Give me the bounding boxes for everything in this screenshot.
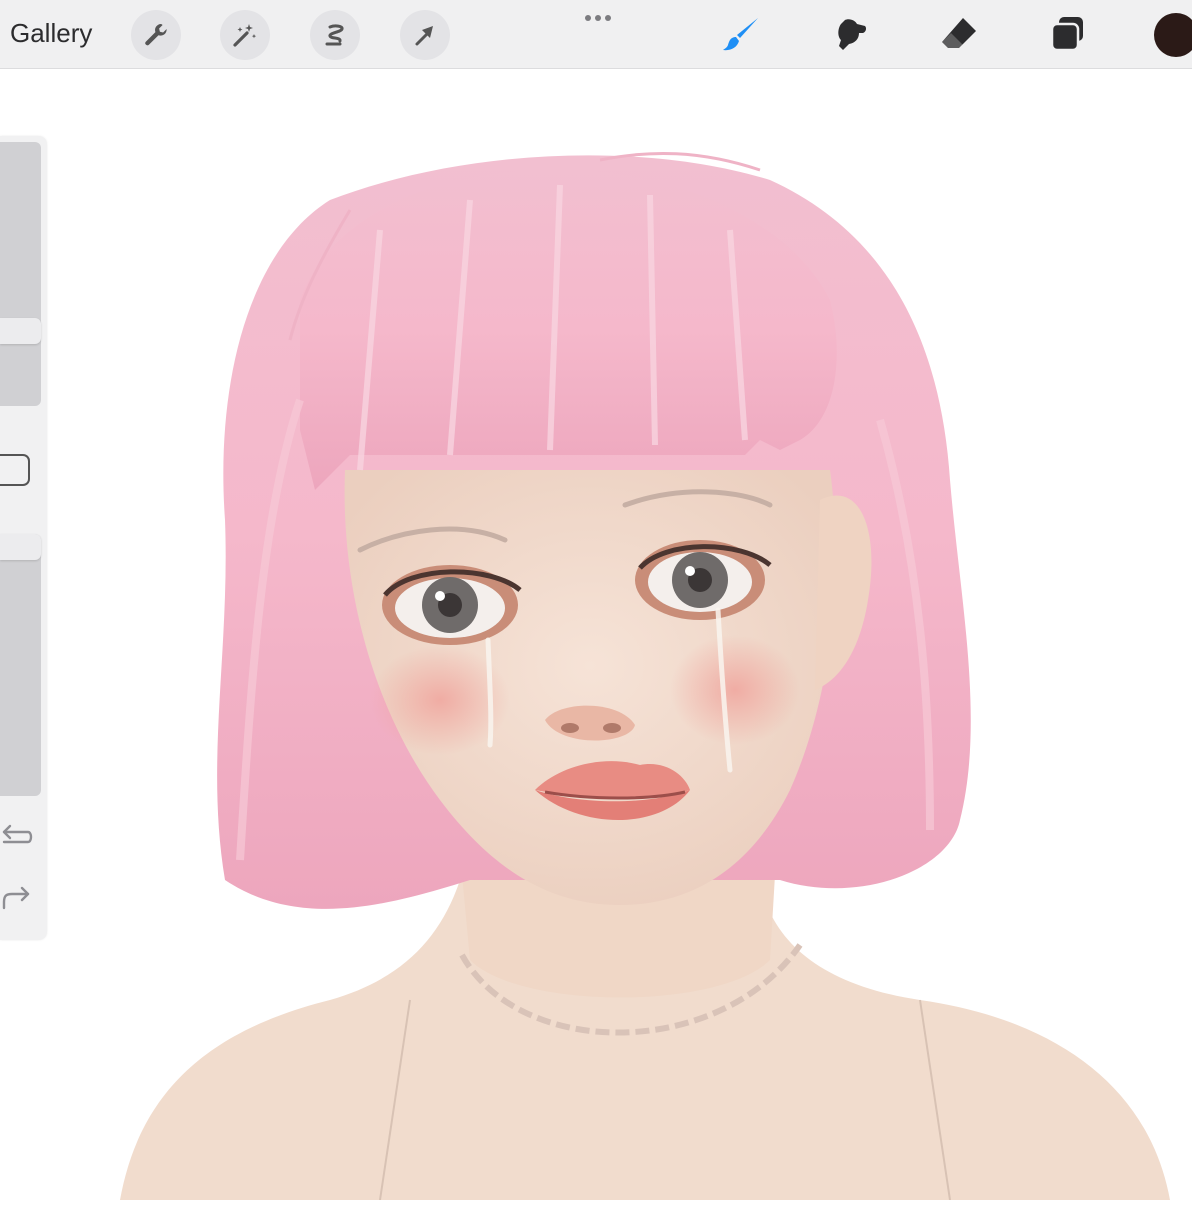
smudge-icon	[838, 19, 867, 50]
left-sidebar	[0, 136, 47, 940]
more-options-button[interactable]	[580, 8, 616, 28]
brush-tool-button[interactable]	[720, 12, 764, 56]
opacity-slider[interactable]	[0, 534, 41, 796]
magic-wand-icon	[233, 24, 257, 47]
brush-icon	[723, 18, 758, 51]
undo-icon[interactable]	[0, 818, 36, 854]
canvas[interactable]	[0, 69, 1192, 1201]
layers-icon	[1050, 17, 1083, 52]
wrench-icon	[145, 24, 167, 46]
brush-size-thumb[interactable]	[0, 318, 41, 344]
transform-button[interactable]	[400, 10, 450, 60]
dot	[585, 15, 591, 21]
dot	[595, 15, 601, 21]
adjustments-button[interactable]	[220, 10, 270, 60]
smudge-tool-button[interactable]	[829, 12, 873, 56]
modify-button[interactable]	[0, 454, 30, 486]
layers-button[interactable]	[1046, 12, 1090, 56]
eraser-tool-button[interactable]	[937, 12, 981, 56]
selection-icon	[325, 24, 344, 46]
top-toolbar: Gallery	[0, 0, 1192, 69]
actions-button[interactable]	[131, 10, 181, 60]
eraser-icon	[942, 18, 976, 48]
color-picker-button[interactable]	[1154, 13, 1192, 57]
dot	[605, 15, 611, 21]
opacity-thumb[interactable]	[0, 534, 41, 560]
artwork-painting	[120, 151, 1170, 1201]
brush-size-slider[interactable]	[0, 142, 41, 406]
transform-arrow-icon	[415, 26, 433, 46]
gallery-button[interactable]: Gallery	[10, 18, 92, 49]
selection-button[interactable]	[310, 10, 360, 60]
redo-icon[interactable]	[0, 880, 36, 916]
